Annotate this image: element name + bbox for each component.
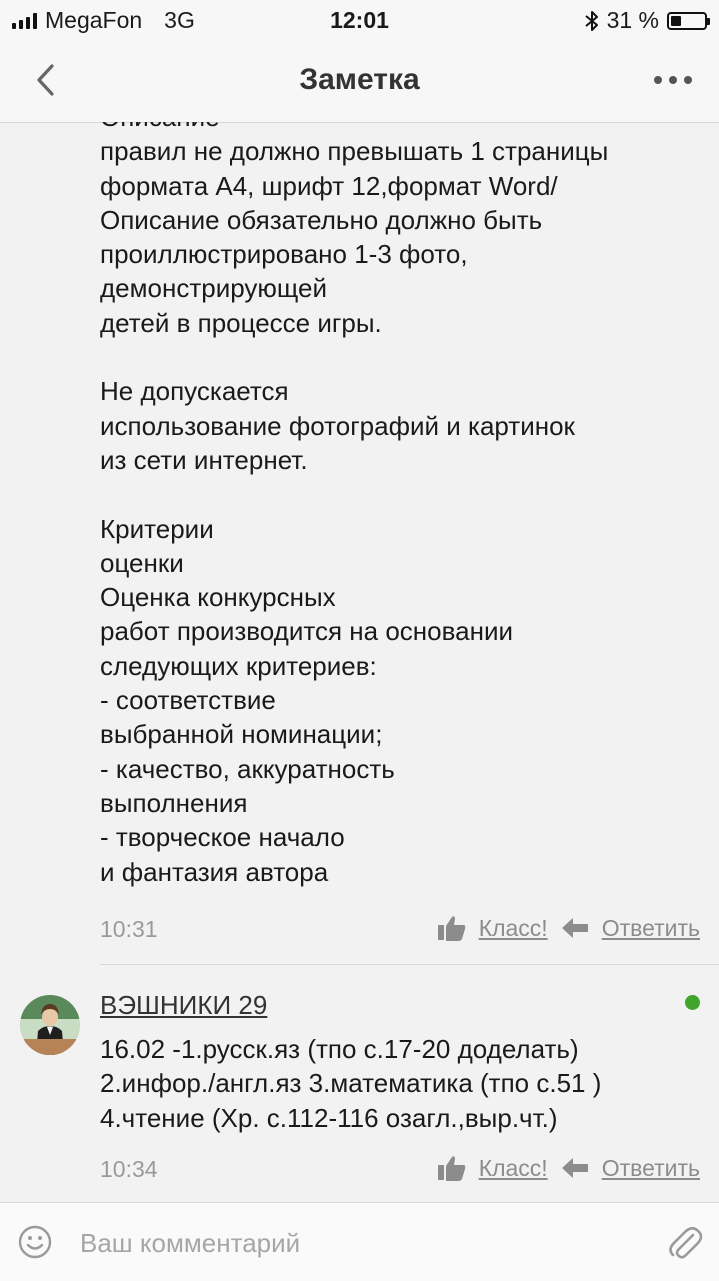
comment-input[interactable] bbox=[78, 1221, 642, 1265]
avatar-image bbox=[20, 995, 80, 1055]
comment-meta: 10:34 Класс! Ответить bbox=[100, 1152, 700, 1186]
comment-time: 10:31 bbox=[100, 916, 158, 942]
avatar[interactable] bbox=[20, 995, 80, 1055]
reply-button[interactable]: Ответить bbox=[602, 1155, 700, 1182]
reply-button[interactable]: Ответить bbox=[602, 915, 700, 942]
thumbs-up-icon[interactable] bbox=[437, 914, 467, 942]
comment-actions: Класс! Ответить bbox=[437, 1154, 700, 1182]
battery-percent: 31 % bbox=[606, 7, 659, 33]
thumbs-up-icon[interactable] bbox=[437, 1154, 467, 1182]
comment-text: Описание правил не должно превышать 1 ст… bbox=[100, 122, 609, 887]
online-status-indicator bbox=[685, 995, 700, 1010]
emoji-icon[interactable] bbox=[18, 1225, 52, 1259]
like-button[interactable]: Класс! bbox=[479, 1155, 548, 1182]
comment-meta: 10:31 Класс! Ответить bbox=[100, 912, 700, 946]
comment-actions: Класс! Ответить bbox=[437, 914, 700, 942]
battery-icon bbox=[667, 11, 710, 30]
status-bar: MegaFon 3G 12:01 31 % bbox=[0, 0, 719, 40]
bluetooth-icon bbox=[584, 10, 598, 31]
comment-text: 16.02 -1.русск.яз (тпо с.17-20 доделать)… bbox=[100, 1034, 602, 1133]
more-options-icon[interactable] bbox=[651, 68, 695, 92]
status-right: 31 % bbox=[584, 7, 710, 34]
divider bbox=[100, 964, 719, 965]
like-button[interactable]: Класс! bbox=[479, 915, 548, 942]
reply-arrow-icon[interactable] bbox=[560, 914, 590, 942]
attach-paperclip-icon[interactable] bbox=[667, 1223, 703, 1261]
comment-author-link[interactable]: ВЭШНИКИ 29 bbox=[100, 990, 267, 1021]
comment-time: 10:34 bbox=[100, 1156, 158, 1182]
reply-arrow-icon[interactable] bbox=[560, 1154, 590, 1182]
comment-composer bbox=[0, 1202, 719, 1281]
page-title: Заметка bbox=[299, 63, 420, 96]
nav-bar: Заметка bbox=[0, 40, 719, 123]
comments-feed[interactable]: Описание правил не должно превышать 1 ст… bbox=[0, 122, 719, 1202]
